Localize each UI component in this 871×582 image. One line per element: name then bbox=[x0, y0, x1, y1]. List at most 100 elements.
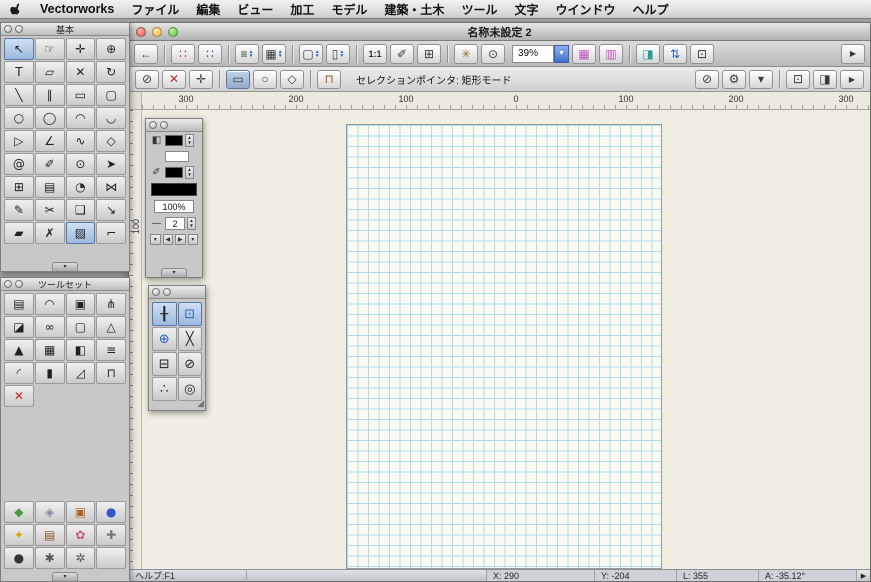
box-3d-tool[interactable]: ▦ bbox=[35, 339, 65, 361]
pen-tool[interactable]: ✎ bbox=[4, 199, 34, 221]
line-weight-stepper[interactable]: ▲▼ bbox=[187, 217, 196, 230]
gears-tool[interactable]: ✲ bbox=[66, 547, 96, 569]
drawing-area[interactable] bbox=[346, 124, 662, 569]
class-list-button[interactable]: ▦▲▼ bbox=[262, 44, 286, 64]
attr-next-button[interactable]: ▶ bbox=[175, 234, 186, 245]
resize-grip[interactable]: ◢ bbox=[197, 398, 204, 409]
polyline-tool[interactable]: ∠ bbox=[35, 130, 65, 152]
pen-color-swatch[interactable] bbox=[165, 167, 183, 178]
zoom-tool[interactable]: ⊕ bbox=[96, 38, 126, 60]
palette-collapse-button[interactable] bbox=[15, 280, 23, 288]
basic-palette-header[interactable]: 基本 bbox=[1, 23, 129, 36]
palette-close-button[interactable] bbox=[149, 121, 157, 129]
pen-style-button[interactable]: ✐ bbox=[390, 44, 414, 64]
angle-snap-toggle[interactable]: ╳ bbox=[178, 327, 203, 351]
mode-overflow-button[interactable]: ▶ bbox=[840, 70, 864, 89]
freehand-tool[interactable]: ∿ bbox=[66, 130, 96, 152]
hardware-tool[interactable]: ✚ bbox=[96, 524, 126, 546]
wedge-tool[interactable]: ◧ bbox=[66, 339, 96, 361]
lasso-select-tool[interactable]: ▨ bbox=[66, 222, 96, 244]
palette-close-button[interactable] bbox=[4, 25, 12, 33]
spiral-tool[interactable]: @ bbox=[4, 153, 34, 175]
cylinder-tool[interactable]: ▮ bbox=[35, 362, 65, 384]
stair-tool[interactable]: ≡ bbox=[96, 339, 126, 361]
cone-tool[interactable]: ▲ bbox=[4, 339, 34, 361]
menu-app-name[interactable]: Vectorworks bbox=[40, 2, 114, 16]
polygon-tool[interactable]: ▷ bbox=[4, 130, 34, 152]
menu-model[interactable]: モデル bbox=[331, 1, 367, 18]
zoom-dropdown-button[interactable]: ▼ bbox=[554, 45, 569, 63]
flyover-tool[interactable]: ✛ bbox=[66, 38, 96, 60]
minimize-button[interactable] bbox=[152, 27, 162, 37]
corner-arrow-tool[interactable]: ⌐ bbox=[96, 222, 126, 244]
design-layer-button[interactable]: ≡▲▼ bbox=[235, 44, 259, 64]
toolset-more-tab[interactable]: ▾ bbox=[52, 572, 78, 581]
sweep-tool[interactable]: ∞ bbox=[35, 316, 65, 338]
slab-tool[interactable]: ▣ bbox=[66, 293, 96, 315]
zoom-line-thickness-button[interactable]: ⊘ bbox=[695, 70, 719, 89]
circle-tool[interactable]: ○ bbox=[4, 107, 34, 129]
palette-collapse-button[interactable] bbox=[160, 121, 168, 129]
compass-tool[interactable]: ⊙ bbox=[66, 153, 96, 175]
attributes-palette-header[interactable] bbox=[146, 119, 202, 132]
render-sphere-tool[interactable]: ● bbox=[96, 501, 126, 523]
zoom-level-value[interactable]: 39% bbox=[512, 45, 554, 63]
prefs-dropdown-button[interactable]: ▾ bbox=[749, 70, 773, 89]
zoom-window-button[interactable] bbox=[168, 27, 178, 37]
extrude-tool[interactable]: ◪ bbox=[4, 316, 34, 338]
drop-arrow-tool[interactable]: ➤ bbox=[96, 153, 126, 175]
grid-toggle-button[interactable]: ⊞ bbox=[417, 44, 441, 64]
render-mode-button[interactable]: ◨ bbox=[636, 44, 660, 64]
disable-snapping-mode-button[interactable]: ✕ bbox=[162, 70, 186, 89]
data-display-button[interactable]: ◨ bbox=[813, 70, 837, 89]
gear-tool[interactable]: ✱ bbox=[35, 547, 65, 569]
magnify-button[interactable]: ⊙ bbox=[481, 44, 505, 64]
stepper-arrows[interactable]: ▲▼ bbox=[249, 50, 254, 58]
line-weight-field[interactable]: 2 bbox=[165, 217, 185, 230]
canvas[interactable]: 100 bbox=[129, 110, 870, 569]
attributes-more-tab[interactable]: ▾ bbox=[161, 268, 187, 277]
title-bar[interactable]: 名称未設定 2 bbox=[129, 23, 870, 41]
menu-file[interactable]: ファイル bbox=[131, 1, 179, 18]
wand-tool[interactable]: ✐ bbox=[35, 153, 65, 175]
zoom-level-combo[interactable]: 39% ▼ bbox=[512, 45, 569, 63]
attr-menu-left-button[interactable]: ▾ bbox=[150, 234, 161, 245]
rounded-rectangle-tool[interactable]: ▢ bbox=[96, 84, 126, 106]
polygon-marquee-mode-button[interactable]: ◇ bbox=[280, 70, 304, 89]
delete-vertex-tool[interactable]: ✕ bbox=[66, 61, 96, 83]
background-color-swatch[interactable] bbox=[165, 151, 189, 162]
line-tool[interactable]: ╲ bbox=[4, 84, 34, 106]
dark-sphere-tool[interactable]: ● bbox=[4, 547, 34, 569]
active-color-swatch[interactable] bbox=[151, 183, 197, 196]
rotate-tool[interactable]: ↻ bbox=[96, 61, 126, 83]
ramp-tool[interactable]: ◿ bbox=[66, 362, 96, 384]
interactive-scaling-mode-button[interactable]: ⊘ bbox=[135, 70, 159, 89]
attr-menu-right-button[interactable]: ▾ bbox=[188, 234, 199, 245]
furniture-tool[interactable]: ▣ bbox=[66, 501, 96, 523]
massing-model-tool[interactable]: ◈ bbox=[35, 501, 65, 523]
menu-edit[interactable]: 編集 bbox=[196, 1, 220, 18]
rectangle-tool[interactable]: ▭ bbox=[66, 84, 96, 106]
ellipse-tool[interactable]: ◯ bbox=[35, 107, 65, 129]
menu-modify[interactable]: 加工 bbox=[290, 1, 314, 18]
pen-style-stepper[interactable]: ▲▼ bbox=[185, 166, 194, 179]
menu-text[interactable]: 文字 bbox=[514, 1, 538, 18]
round-wall-tool[interactable]: ◠ bbox=[35, 293, 65, 315]
constraint-angle-button[interactable]: ∷ bbox=[198, 44, 222, 64]
toolset-palette-header[interactable]: ツールセット bbox=[1, 278, 129, 291]
monitor-button[interactable]: ⊡ bbox=[690, 44, 714, 64]
quick-prefs-button[interactable]: ⚙ bbox=[722, 70, 746, 89]
marquee-tool[interactable]: ❑ bbox=[66, 199, 96, 221]
close-button[interactable] bbox=[136, 27, 146, 37]
snapping-palette-header[interactable] bbox=[149, 286, 205, 299]
basic-more-tab[interactable]: ▾ bbox=[52, 262, 78, 271]
protractor-tool[interactable]: ◔ bbox=[66, 176, 96, 198]
double-line-tool[interactable]: ∥ bbox=[35, 84, 65, 106]
grid-snap-toggle[interactable]: ╂ bbox=[152, 302, 177, 326]
delete-3d-tool[interactable]: ✕ bbox=[4, 385, 34, 407]
datum-snap-toggle[interactable]: ∴ bbox=[152, 377, 177, 401]
split-tool[interactable]: ✂ bbox=[35, 199, 65, 221]
toolbar-overflow-button[interactable]: ▶ bbox=[841, 44, 865, 64]
site-model-tool[interactable]: ◆ bbox=[4, 501, 34, 523]
palette-close-button[interactable] bbox=[152, 288, 160, 296]
